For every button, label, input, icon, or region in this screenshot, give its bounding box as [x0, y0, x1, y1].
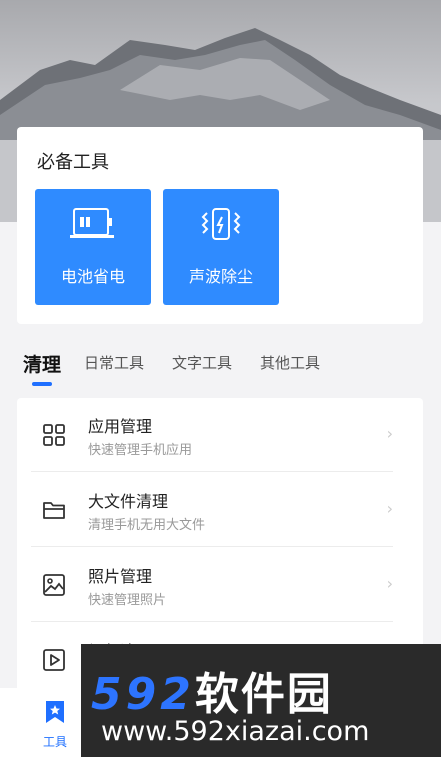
- list-item-subtitle: 快速管理照片: [88, 593, 167, 608]
- list-item-subtitle: 清理手机无用大文件: [88, 518, 206, 533]
- list-item-title: 照片管理: [88, 567, 153, 586]
- chevron-right-icon: ›: [386, 499, 393, 518]
- folder-icon: [43, 502, 65, 519]
- watermark-digits: 592: [91, 669, 195, 720]
- list-item-photo-manager[interactable]: 照片管理 快速管理照片 ›: [17, 548, 423, 622]
- list-item-title: 大文件清理: [88, 492, 169, 511]
- tab-text-tools[interactable]: 文字工具: [172, 352, 232, 373]
- bookmark-star-icon: [46, 701, 64, 723]
- chevron-right-icon: ›: [386, 424, 393, 443]
- video-icon: [43, 649, 65, 671]
- battery-icon: [70, 208, 114, 238]
- watermark-text: 软件园: [194, 669, 333, 720]
- divider: [31, 546, 393, 547]
- grid-icon: [43, 424, 65, 446]
- list-item-large-file-cleaner[interactable]: 大文件清理 清理手机无用大文件 ›: [17, 473, 423, 547]
- tab-daily-tools[interactable]: 日常工具: [84, 352, 144, 373]
- list-item-app-manager[interactable]: 应用管理 快速管理手机应用 ›: [17, 398, 423, 472]
- watermark-url: www.592xiazai.com: [101, 716, 370, 747]
- essential-tools-title: 必备工具: [37, 152, 109, 173]
- battery-saver-label: 电池省电: [60, 267, 125, 286]
- divider: [31, 471, 393, 472]
- watermark-banner: 592软件园 www.592xiazai.com: [81, 644, 441, 757]
- nav-tools-label: 工具: [42, 735, 67, 749]
- nav-tools-button[interactable]: 工具: [38, 698, 72, 750]
- tab-other-tools[interactable]: 其他工具: [260, 352, 320, 373]
- list-item-subtitle: 快速管理手机应用: [88, 443, 193, 458]
- essential-tools-card: 必备工具 电池省电 声波除尘: [17, 127, 423, 324]
- sonic-dust-button[interactable]: 声波除尘: [163, 189, 279, 305]
- category-tabs: 清理 日常工具 文字工具 其他工具: [0, 346, 441, 386]
- tab-clean[interactable]: 清理: [23, 350, 61, 377]
- sonic-dust-label: 声波除尘: [188, 267, 253, 286]
- watermark-title: 592软件园: [91, 658, 333, 722]
- list-item-title: 应用管理: [88, 417, 153, 436]
- battery-saver-button[interactable]: 电池省电: [35, 189, 151, 305]
- phone-vibrate-icon: [201, 208, 241, 240]
- tab-indicator: [32, 382, 52, 386]
- chevron-right-icon: ›: [386, 574, 393, 593]
- image-icon: [43, 574, 65, 596]
- divider: [31, 621, 393, 622]
